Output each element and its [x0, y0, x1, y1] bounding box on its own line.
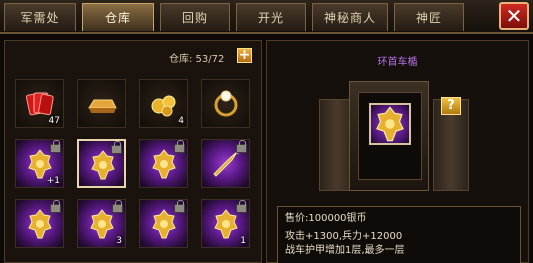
item-name: 环首车楯: [377, 57, 418, 68]
item-slot[interactable]: 1: [201, 199, 250, 248]
item-quantity: 47: [48, 116, 60, 126]
lock-icon: [50, 200, 61, 213]
item-stats: 攻击+1300,兵力+12000: [285, 231, 403, 242]
item-slot[interactable]: [201, 139, 250, 188]
lock-icon: [236, 200, 247, 213]
question-icon: ?: [447, 98, 455, 113]
warehouse-capacity: 仓库: 53/72: [169, 54, 225, 65]
tab-consecrate[interactable]: 开光: [236, 3, 306, 31]
item-detail-panel: 环首车楯 ? 售价:100000银币 攻击+1300,兵力+12000 战车护甲…: [266, 40, 529, 263]
item-slot[interactable]: +1: [15, 139, 64, 188]
close-icon: ✕: [505, 4, 523, 28]
lock-icon: [236, 140, 247, 153]
plus-icon: +: [238, 47, 251, 63]
item-quantity: 3: [116, 236, 122, 246]
item-price: 售价:100000银币: [285, 213, 367, 224]
item-slot[interactable]: [15, 199, 64, 248]
item-slot[interactable]: 4: [139, 79, 188, 128]
lock-icon: [174, 200, 185, 213]
tab-divine-smith[interactable]: 神匠: [394, 3, 464, 31]
golden-chariot-ornament-icon: [376, 106, 404, 142]
item-slot[interactable]: 47: [15, 79, 64, 128]
gold-nuggets-icon: [151, 95, 176, 117]
tab-quartermaster[interactable]: 军需处: [4, 3, 76, 31]
item-slot[interactable]: [77, 79, 126, 128]
lock-icon: [174, 140, 185, 153]
tab-mystery-merchant[interactable]: 神秘商人: [312, 3, 388, 31]
item-quantity: 1: [240, 236, 246, 246]
warehouse-panel: 仓库: 53/72 + 47 4 +1 3 1: [4, 40, 262, 263]
tab-buyback[interactable]: 回购: [160, 3, 230, 31]
tab-bar: 军需处 仓库 回购 开光 神秘商人 神匠 ✕: [0, 0, 533, 34]
item-quantity: 4: [178, 116, 184, 126]
tab-warehouse[interactable]: 仓库: [82, 3, 154, 31]
help-button[interactable]: ?: [441, 97, 461, 115]
lock-icon: [50, 140, 61, 153]
expand-capacity-button[interactable]: +: [237, 48, 252, 63]
pearl-ring-icon: [214, 90, 238, 117]
item-effect: 战车护甲增加1层,最多一层: [285, 245, 405, 256]
item-slot[interactable]: [139, 199, 188, 248]
lock-icon: [112, 200, 123, 213]
item-slot[interactable]: [77, 139, 126, 188]
item-quantity: +1: [46, 176, 60, 186]
item-slot[interactable]: [139, 139, 188, 188]
close-button[interactable]: ✕: [499, 2, 529, 30]
detail-item-slot: [369, 103, 411, 145]
item-slot[interactable]: [201, 79, 250, 128]
item-info-box: 售价:100000银币 攻击+1300,兵力+12000 战车护甲增加1层,最多…: [277, 206, 521, 263]
lock-icon: [111, 141, 122, 154]
gold-bar-icon: [88, 99, 117, 113]
item-slot[interactable]: 3: [77, 199, 126, 248]
